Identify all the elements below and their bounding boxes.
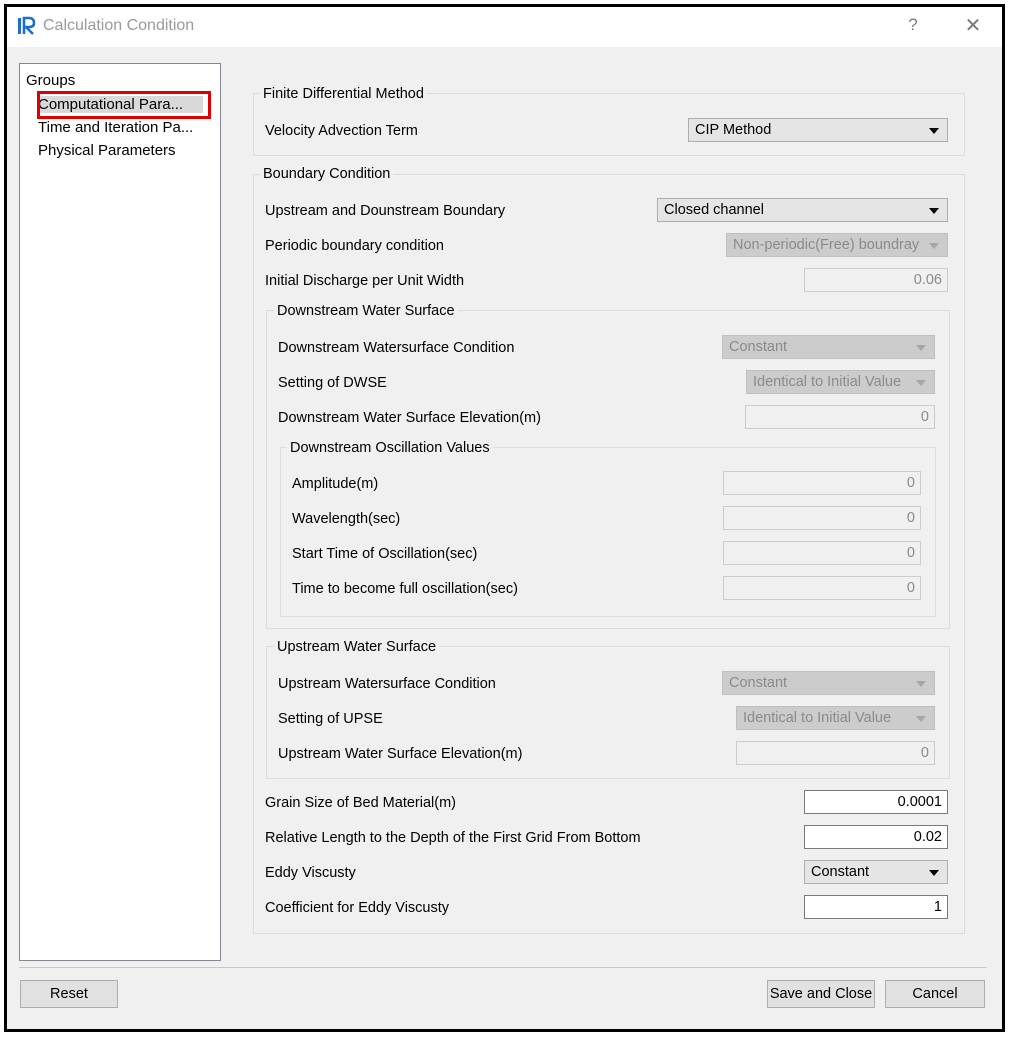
label-updown-boundary: Upstream and Dounstream Boundary bbox=[265, 203, 506, 219]
groups-tree: Groups bbox=[19, 63, 221, 961]
chevron-down-icon bbox=[929, 208, 939, 214]
label-full-oscillation: Time to become full oscillation(sec) bbox=[292, 581, 518, 597]
label-upstream-elevation: Upstream Water Surface Elevation(m) bbox=[278, 746, 523, 762]
relative-length-input[interactable]: 0.02 bbox=[804, 825, 948, 849]
close-icon[interactable]: ✕ bbox=[962, 13, 984, 39]
label-downstream-elevation: Downstream Water Surface Elevation(m) bbox=[278, 410, 541, 426]
wavelength-input[interactable]: 0 bbox=[723, 506, 921, 530]
label-initial-discharge: Initial Discharge per Unit Width bbox=[265, 273, 465, 289]
chevron-down-icon bbox=[916, 716, 926, 722]
initial-discharge-input[interactable]: 0.06 bbox=[804, 268, 948, 292]
label-eddy-coefficient: Coefficient for Eddy Viscusty bbox=[265, 900, 450, 916]
upstream-condition-select[interactable]: Constant bbox=[722, 671, 935, 695]
setting-dwse-select[interactable]: Identical to Initial Value bbox=[746, 370, 935, 394]
group-title-boundary: Boundary Condition bbox=[260, 166, 394, 182]
cancel-button[interactable]: Cancel bbox=[885, 980, 985, 1008]
window-title: Calculation Condition bbox=[43, 17, 195, 34]
grain-size-input[interactable]: 0.0001 bbox=[804, 790, 948, 814]
help-icon[interactable]: ? bbox=[903, 15, 923, 39]
label-velocity-advection: Velocity Advection Term bbox=[265, 123, 418, 139]
chevron-down-icon bbox=[916, 380, 926, 386]
calculation-condition-dialog: Calculation Condition ? ✕ Groups Computa… bbox=[4, 4, 1005, 1032]
save-and-close-button[interactable]: Save and Close bbox=[767, 980, 875, 1008]
chevron-down-icon bbox=[929, 128, 939, 134]
group-title-upstream: Upstream Water Surface bbox=[274, 639, 440, 655]
chevron-down-icon bbox=[929, 243, 939, 249]
start-time-input[interactable]: 0 bbox=[723, 541, 921, 565]
groups-header: Groups bbox=[26, 72, 76, 89]
label-relative-length: Relative Length to the Depth of the Firs… bbox=[265, 830, 641, 846]
label-wavelength: Wavelength(sec) bbox=[292, 511, 401, 527]
downstream-condition-select[interactable]: Constant bbox=[722, 335, 935, 359]
downstream-elevation-input[interactable]: 0 bbox=[745, 405, 935, 429]
velocity-advection-select[interactable]: CIP Method bbox=[688, 118, 948, 142]
chevron-down-icon bbox=[916, 345, 926, 351]
amplitude-input[interactable]: 0 bbox=[723, 471, 921, 495]
upstream-elevation-input[interactable]: 0 bbox=[736, 741, 935, 765]
selection-highlight-box bbox=[37, 91, 211, 119]
label-start-time: Start Time of Oscillation(sec) bbox=[292, 546, 478, 562]
reset-button[interactable]: Reset bbox=[20, 980, 118, 1008]
label-downstream-condition: Downstream Watersurface Condition bbox=[278, 340, 515, 356]
label-periodic-boundary: Periodic boundary condition bbox=[265, 238, 444, 254]
label-setting-dwse: Setting of DWSE bbox=[278, 375, 387, 391]
group-title-downstream: Downstream Water Surface bbox=[274, 303, 458, 319]
updown-boundary-select[interactable]: Closed channel bbox=[657, 198, 948, 222]
setting-upse-select[interactable]: Identical to Initial Value bbox=[736, 706, 935, 730]
full-oscillation-input[interactable]: 0 bbox=[723, 576, 921, 600]
title-bar: Calculation Condition ? ✕ bbox=[7, 7, 1002, 47]
footer-separator bbox=[19, 967, 987, 968]
chevron-down-icon bbox=[916, 681, 926, 687]
label-setting-upse: Setting of UPSE bbox=[278, 711, 383, 727]
iric-app-icon bbox=[18, 16, 36, 35]
label-eddy-viscosity: Eddy Viscusty bbox=[265, 865, 356, 881]
eddy-viscosity-select[interactable]: Constant bbox=[804, 860, 948, 884]
periodic-boundary-select[interactable]: Non-periodic(Free) boundray bbox=[726, 233, 948, 257]
tree-item-time-and-iteration[interactable]: Time and Iteration Pa... bbox=[38, 119, 203, 136]
eddy-coefficient-input[interactable]: 1 bbox=[804, 895, 948, 919]
label-amplitude: Amplitude(m) bbox=[292, 476, 379, 492]
label-grain-size: Grain Size of Bed Material(m) bbox=[265, 795, 456, 811]
label-upstream-condition: Upstream Watersurface Condition bbox=[278, 676, 496, 692]
group-title-oscillation: Downstream Oscillation Values bbox=[287, 440, 493, 456]
group-title-fdm: Finite Differential Method bbox=[260, 86, 427, 102]
tree-item-physical-parameters[interactable]: Physical Parameters bbox=[38, 142, 203, 159]
chevron-down-icon bbox=[929, 870, 939, 876]
